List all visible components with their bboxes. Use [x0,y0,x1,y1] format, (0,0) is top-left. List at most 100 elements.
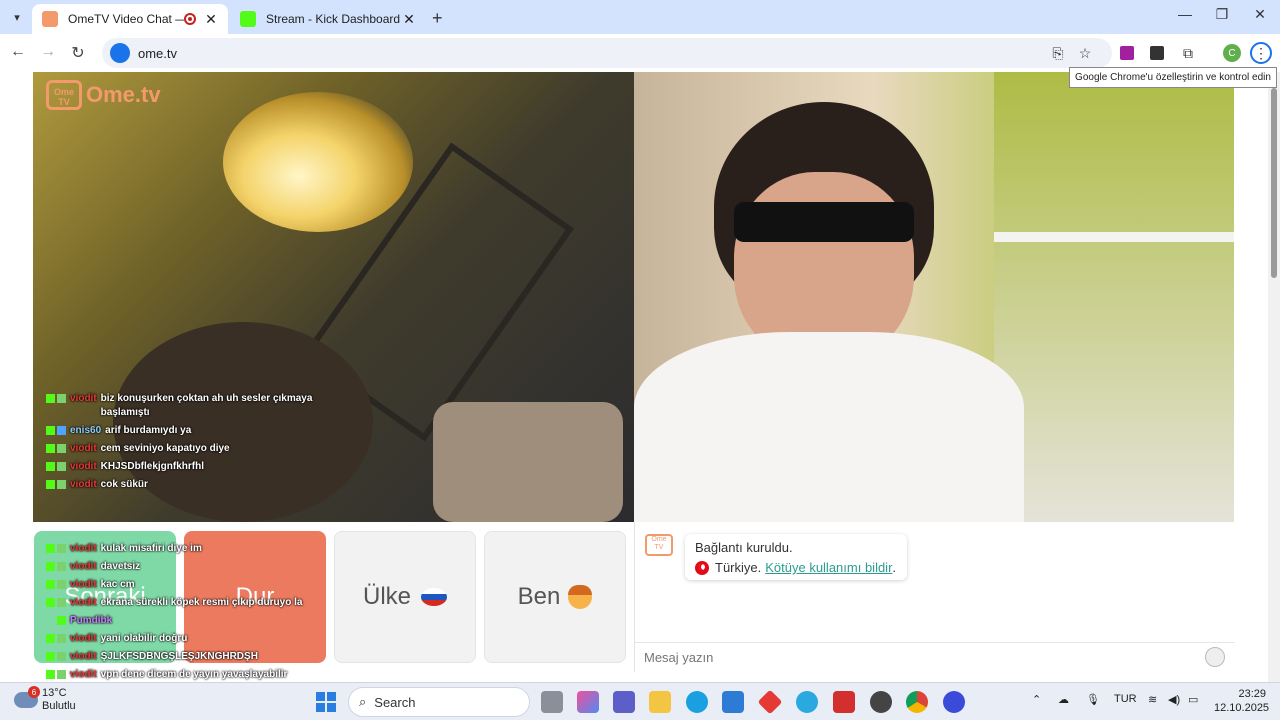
tooltip: Google Chrome'u özelleştirin ve kontrol … [1069,67,1277,88]
stream-chat-overlay: viodit biz konuşurken çoktan ah uh sesler… [26,392,326,496]
sub-badge-icon [57,634,66,643]
weather-widget[interactable]: 6 13°C Bulutlu [14,686,76,713]
back-icon[interactable]: ← [7,43,29,61]
tab-search-icon[interactable]: ▾ [6,7,28,27]
new-tab-icon[interactable]: + [432,8,443,29]
close-tab-icon[interactable]: ✕ [402,11,416,28]
remote-video [634,72,1234,522]
tray-chevron-icon[interactable]: ⌃ [1032,693,1041,706]
recording-icon [184,13,196,25]
report-suffix: . [892,560,897,575]
file-explorer-icon[interactable] [649,691,671,713]
url-text: ome.tv [138,45,178,61]
chat-line: viodit ekrana sürekli köpek resmi çıkıp d… [26,596,326,610]
sub-badge-icon [57,394,66,403]
wall-shape [994,72,1234,522]
extensions-puzzle-icon[interactable]: ⧉ [1178,43,1198,63]
system-message: Bağlantı kuruldu. Türkiye. Kötüye kullan… [685,534,907,580]
chat-line: viodit cem seviniyo kapatıyo diye [26,442,326,456]
start-icon[interactable] [316,692,336,712]
close-window-icon[interactable]: ✕ [1245,6,1275,23]
report-abuse-link[interactable]: Kötüye kullanımı bildir [765,558,892,578]
extension-dark-icon[interactable] [1147,43,1167,63]
lamp-light [223,92,413,232]
reload-icon[interactable]: ↻ [67,43,89,63]
chat-line: viodit KHJSDbflekjgnfkhrfhl [26,460,326,474]
connection-status: Bağlantı kuruldu. [695,540,793,555]
shelf-shape [994,232,1234,242]
cloud-icon: 6 [14,686,40,708]
address-bar[interactable]: ome.tv [102,38,1112,68]
site-info-icon[interactable] [110,43,130,63]
country-button[interactable]: Ülke [334,531,476,663]
volume-icon[interactable]: ◀) [1168,693,1180,706]
task-view-icon[interactable] [541,691,563,713]
search-icon: ⌕ [359,694,367,709]
kick-badge-icon [46,652,55,661]
russia-flag-icon [421,588,447,606]
profile-avatar[interactable]: C [1222,43,1242,63]
teams-icon[interactable] [613,691,635,713]
tab-kick-dashboard[interactable]: Stream - Kick Dashboard ✕ [230,4,426,34]
clock[interactable]: 23:29 12.10.2025 [1214,687,1269,715]
chat-panel: Ome TV Bağlantı kuruldu. Türkiye. Kötüye … [634,522,1235,672]
kick-badge-icon [46,426,55,435]
forward-icon[interactable]: → [37,43,59,61]
time: 23:29 [1238,688,1266,700]
app-circle-icon[interactable] [943,691,965,713]
kick-badge-icon [46,394,55,403]
copilot-icon[interactable] [577,691,599,713]
message-box [635,642,1235,672]
extension-purple-icon[interactable] [1117,43,1137,63]
language-indicator[interactable]: TUR [1114,693,1137,705]
battery-icon[interactable]: ▭ [1188,693,1198,706]
ometv-favicon-icon [42,11,58,27]
microphone-icon[interactable]: 🎙 [1086,693,1100,706]
chat-line: viodit vpn dene dicem de yayın yavaşlayab… [26,668,326,682]
bookmark-star-icon[interactable]: ☆ [1075,43,1095,63]
taskbar-search[interactable]: ⌕ Search [348,687,530,717]
page-scrollbar[interactable] [1268,72,1280,682]
chrome-menu-icon[interactable]: ⋮ [1250,42,1272,64]
kick-badge-icon [46,634,55,643]
ometv-logo-badge: Ome TV [46,80,82,110]
chat-line: viodit kulak misafiri diye im [26,542,326,556]
sub-badge-icon [57,652,66,661]
windows-taskbar: 6 13°C Bulutlu ⌕ Search ⌃ ☁ 🎙 TUR ≋ ◀) ▭ 2… [0,682,1280,720]
ometv-logo: Ome TV Ome.tv [46,80,161,110]
chat-line: viodit kac cm [26,578,326,592]
me-button[interactable]: Ben [484,531,626,663]
scrollbar-thumb[interactable] [1271,88,1277,278]
kick-badge-icon [46,444,55,453]
red-app-icon[interactable] [757,689,783,715]
app-icon[interactable] [796,691,818,713]
kick-badge-icon [46,544,55,553]
shirt-shape [634,332,1024,522]
chat-line: viodit davetsiz [26,560,326,574]
sub-badge-icon [57,670,66,679]
wifi-icon[interactable]: ≋ [1148,693,1157,706]
tab-title: OmeTV Video Chat — Ome [68,12,184,26]
sub-badge-icon [57,580,66,589]
store-icon[interactable] [722,691,744,713]
kick-badge-icon [46,480,55,489]
close-tab-icon[interactable]: ✕ [204,11,218,28]
chat-line: enis60 arif burdamıydı ya [26,424,326,438]
tab-ometv[interactable]: OmeTV Video Chat — Ome ✕ [32,4,228,34]
weather-badge: 6 [28,686,40,698]
obs-icon[interactable] [870,691,892,713]
emoji-icon[interactable] [1205,647,1225,667]
edge-icon[interactable] [686,691,708,713]
onedrive-icon[interactable]: ☁ [1058,693,1069,706]
kick-badge-icon [46,670,55,679]
minimize-icon[interactable]: — [1170,6,1200,22]
message-input[interactable] [635,643,1175,671]
shield-app-icon[interactable] [833,691,855,713]
kick-badge-icon [46,562,55,571]
install-app-icon[interactable]: ⎘ [1048,43,1068,63]
maximize-icon[interactable]: ❐ [1207,6,1237,23]
logo-text: Ome.tv [86,82,161,107]
chrome-icon[interactable] [906,691,928,713]
sub-badge-icon [57,598,66,607]
tab-strip: ▾ OmeTV Video Chat — Ome ✕ Stream - Kick… [0,0,1280,34]
